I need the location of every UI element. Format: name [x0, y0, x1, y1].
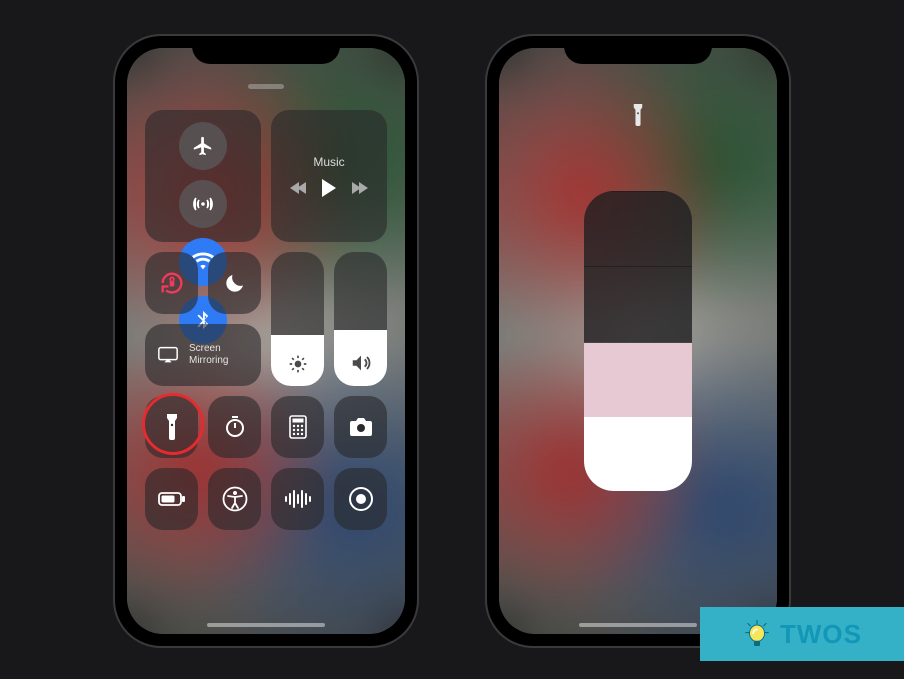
flashlight-icon	[165, 414, 179, 440]
phone-left: Music	[115, 36, 417, 646]
screen-mirroring-label: Screen Mirroring	[189, 343, 228, 367]
flashlight-segment-3	[584, 266, 692, 341]
brightness-icon	[288, 354, 308, 374]
music-panel[interactable]: Music	[271, 110, 387, 242]
phone-right	[487, 36, 789, 646]
calculator-button[interactable]	[271, 396, 324, 458]
accessibility-icon	[222, 486, 248, 512]
notch	[564, 36, 712, 64]
screen-control-center: Music	[127, 48, 405, 634]
airplane-icon	[192, 135, 214, 157]
camera-icon	[349, 417, 373, 437]
connectivity-panel[interactable]	[145, 110, 261, 242]
screen-mirroring-button[interactable]: Screen Mirroring	[145, 324, 261, 386]
control-center-grabber[interactable]	[248, 84, 284, 89]
notch	[192, 36, 340, 64]
airplane-mode-toggle[interactable]	[179, 122, 227, 170]
voice-memos-button[interactable]	[271, 468, 324, 530]
brightness-slider[interactable]	[271, 252, 324, 386]
orientation-lock-icon	[158, 269, 186, 297]
flashlight-status-icon	[632, 104, 644, 126]
calculator-icon	[289, 415, 307, 439]
cellular-icon	[191, 192, 215, 216]
next-track-button[interactable]	[354, 182, 368, 194]
flashlight-segment-2	[584, 342, 692, 417]
battery-icon	[158, 491, 186, 507]
accessibility-button[interactable]	[208, 468, 261, 530]
watermark: TWOS	[700, 607, 904, 661]
phone-pair: Music	[0, 0, 904, 646]
do-not-disturb-button[interactable]	[208, 252, 261, 314]
lightbulb-icon	[742, 619, 772, 649]
flashlight-button[interactable]	[145, 396, 198, 458]
cellular-data-toggle[interactable]	[179, 180, 227, 228]
home-indicator[interactable]	[579, 623, 697, 627]
flashlight-segment-4	[584, 191, 692, 266]
previous-track-button[interactable]	[290, 182, 304, 194]
timer-icon	[223, 415, 247, 439]
control-center-grid: Music	[127, 48, 405, 634]
low-power-button[interactable]	[145, 468, 198, 530]
volume-slider[interactable]	[334, 252, 387, 386]
camera-button[interactable]	[334, 396, 387, 458]
play-button[interactable]	[322, 179, 336, 197]
moon-icon	[223, 271, 247, 295]
music-controls	[290, 179, 368, 197]
volume-icon	[350, 352, 372, 374]
flashlight-segment-1	[584, 417, 692, 491]
waveform-icon	[284, 489, 312, 509]
timer-button[interactable]	[208, 396, 261, 458]
screen-flashlight-level	[499, 48, 777, 634]
watermark-label: TWOS	[780, 619, 862, 650]
flashlight-icon	[632, 104, 644, 126]
screen-mirroring-icon	[157, 345, 179, 365]
home-indicator[interactable]	[207, 623, 325, 627]
music-label: Music	[313, 155, 344, 169]
record-icon	[348, 486, 374, 512]
orientation-lock-button[interactable]	[145, 252, 198, 314]
flashlight-level-slider[interactable]	[584, 191, 692, 491]
screen-record-button[interactable]	[334, 468, 387, 530]
